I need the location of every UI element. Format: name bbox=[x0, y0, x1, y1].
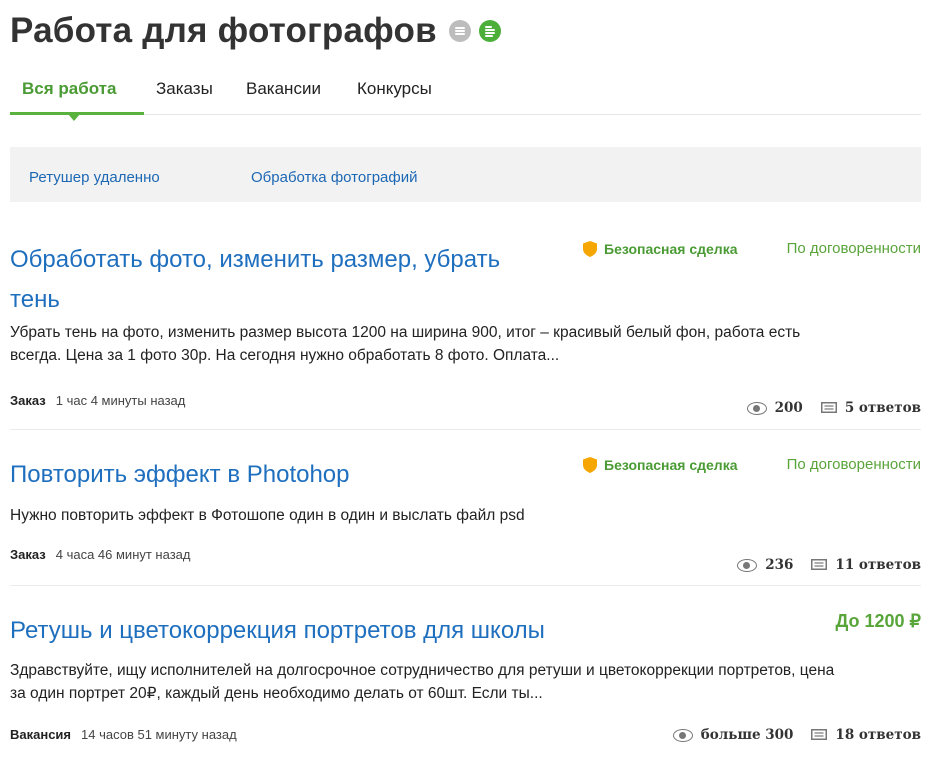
job-type-tabs: Вся работа Заказы Вакансии Конкурсы bbox=[10, 70, 921, 121]
job-stats: 200 5 ответов bbox=[746, 400, 921, 416]
comment-icon bbox=[820, 402, 837, 413]
safe-deal-label: Безопасная сделка bbox=[604, 241, 738, 257]
tab-contests[interactable]: Конкурсы bbox=[357, 79, 432, 99]
job-title[interactable]: Ретушь и цветокоррекция портретов для шк… bbox=[10, 611, 545, 651]
comment-icon bbox=[811, 559, 828, 570]
views-count: больше 300 bbox=[700, 727, 794, 743]
job-time: 1 час 4 минуты назад bbox=[55, 393, 186, 408]
job-price: До 1200 ₽ bbox=[835, 611, 921, 631]
divider bbox=[10, 429, 921, 430]
job-price: По договоренности bbox=[786, 240, 921, 257]
shield-icon bbox=[583, 241, 597, 257]
shield-icon bbox=[583, 457, 597, 473]
tab-vacancies[interactable]: Вакансии bbox=[246, 79, 321, 99]
divider bbox=[10, 585, 921, 586]
job-time: 14 часов 51 минуту назад bbox=[81, 727, 237, 742]
views-count: 200 bbox=[774, 400, 803, 416]
responses-count[interactable]: 18 ответов bbox=[835, 727, 921, 743]
job-meta: Заказ 4 часа 46 минут назад bbox=[10, 547, 190, 562]
job-description: Здравствуйте, ищу исполнителей на долгос… bbox=[10, 662, 835, 702]
job-type: Вакансия bbox=[10, 727, 72, 742]
tab-orders[interactable]: Заказы bbox=[156, 79, 213, 99]
job-meta: Вакансия 14 часов 51 минуту назад bbox=[10, 727, 237, 742]
job-type: Заказ bbox=[10, 393, 46, 408]
tag-filter-bar: Ретушер удаленно Обработка фотографий bbox=[10, 147, 921, 202]
page-header: Работа для фотографов bbox=[10, 8, 501, 54]
job-description: Убрать тень на фото, изменить размер выс… bbox=[10, 324, 801, 364]
page-title: Работа для фотографов bbox=[10, 11, 437, 50]
views-count: 236 bbox=[765, 557, 794, 573]
job-stats: 236 11 ответов bbox=[737, 557, 921, 573]
feed-icon[interactable] bbox=[478, 20, 501, 42]
job-price: По договоренности bbox=[786, 456, 921, 473]
job-time: 4 часа 46 минут назад bbox=[55, 547, 191, 562]
tag-photo-processing[interactable]: Обработка фотографий bbox=[251, 169, 417, 186]
tag-retoucher-remote[interactable]: Ретушер удаленно bbox=[29, 169, 160, 186]
job-title[interactable]: Обработать фото, изменить размер, убрать… bbox=[10, 240, 500, 320]
tab-all-work[interactable]: Вся работа bbox=[22, 79, 116, 99]
list-icon[interactable] bbox=[448, 20, 471, 42]
active-tab-caret bbox=[68, 114, 80, 121]
eye-icon bbox=[746, 401, 767, 415]
responses-count[interactable]: 5 ответов bbox=[845, 400, 921, 416]
job-title[interactable]: Повторить эффект в Photohop bbox=[10, 455, 350, 495]
job-stats: больше 300 18 ответов bbox=[672, 727, 921, 743]
safe-deal-label: Безопасная сделка bbox=[604, 457, 738, 473]
job-description: Нужно повторить эффект в Фотошопе один в… bbox=[10, 507, 525, 524]
job-meta: Заказ 1 час 4 минуты назад bbox=[10, 393, 185, 408]
responses-count[interactable]: 11 ответов bbox=[835, 557, 921, 573]
eye-icon bbox=[737, 558, 758, 572]
comment-icon bbox=[811, 729, 828, 740]
eye-icon bbox=[672, 728, 693, 742]
job-type: Заказ bbox=[10, 547, 46, 562]
